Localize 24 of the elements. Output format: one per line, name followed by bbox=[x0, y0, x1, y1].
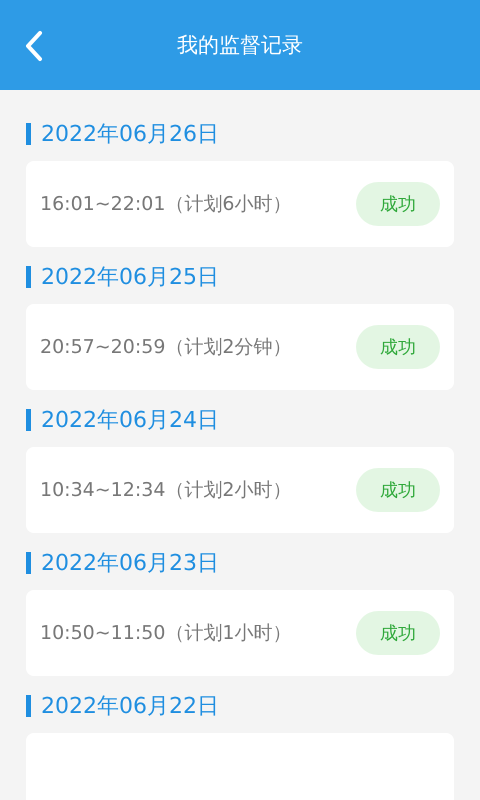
time-range: 10:50~11:50（计划1小时） bbox=[40, 621, 292, 646]
record-card[interactable]: 10:34~12:34（计划2小时） 成功 bbox=[26, 447, 454, 533]
page-title: 我的监督记录 bbox=[177, 32, 303, 59]
date-marker bbox=[26, 409, 31, 431]
date-marker bbox=[26, 123, 31, 145]
date-heading: 2022年06月26日 bbox=[41, 121, 219, 149]
status-tag: 成功 bbox=[356, 182, 440, 226]
date-heading: 2022年06月23日 bbox=[41, 550, 219, 578]
date-heading: 2022年06月22日 bbox=[41, 693, 219, 721]
date-marker bbox=[26, 552, 31, 574]
status-tag: 成功 bbox=[356, 468, 440, 512]
date-marker bbox=[26, 695, 31, 717]
date-heading: 2022年06月25日 bbox=[41, 264, 219, 292]
date-marker bbox=[26, 266, 31, 288]
back-icon bbox=[24, 30, 44, 62]
record-card[interactable]: 10:50~11:50（计划1小时） 成功 bbox=[26, 590, 454, 676]
status-tag: 成功 bbox=[356, 325, 440, 369]
date-heading: 2022年06月24日 bbox=[41, 407, 219, 435]
status-tag: 成功 bbox=[356, 611, 440, 655]
record-card[interactable]: 16:01~22:01（计划6小时） 成功 bbox=[26, 161, 454, 247]
record-card[interactable]: 20:57~20:59（计划2分钟） 成功 bbox=[26, 304, 454, 390]
time-range: 16:01~22:01（计划6小时） bbox=[40, 192, 292, 217]
time-range: 20:57~20:59（计划2分钟） bbox=[40, 335, 292, 360]
time-range: 10:34~12:34（计划2小时） bbox=[40, 478, 292, 503]
